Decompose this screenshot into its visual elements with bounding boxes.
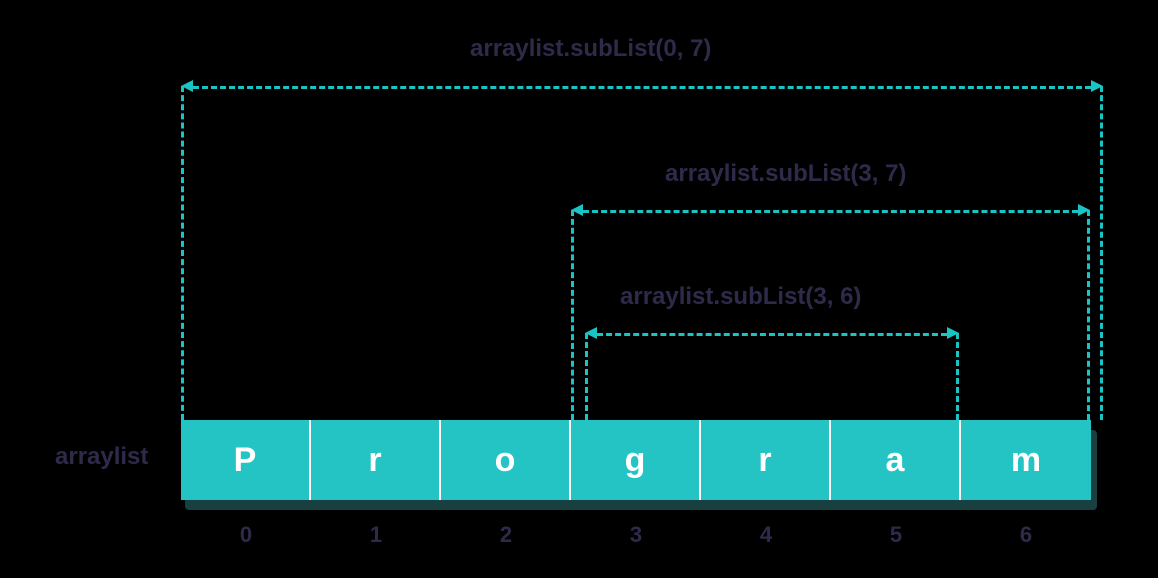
array-index: 6	[961, 522, 1091, 548]
array-box: P r o g r a m	[181, 420, 1091, 500]
array-cell: r	[701, 420, 831, 500]
array-cell: m	[961, 420, 1091, 500]
array-cell: a	[831, 420, 961, 500]
array-index: 2	[441, 522, 571, 548]
sublist-label-1: arraylist.subList(0, 7)	[470, 35, 711, 63]
vline	[1087, 210, 1090, 420]
range-arrow-3	[597, 333, 947, 336]
array-index: 3	[571, 522, 701, 548]
vline	[956, 333, 959, 420]
array-index: 5	[831, 522, 961, 548]
array-index: 4	[701, 522, 831, 548]
sublist-label-2: arraylist.subList(3, 7)	[665, 160, 906, 188]
array-cell: g	[571, 420, 701, 500]
vline	[1100, 86, 1103, 420]
range-arrow-1	[193, 86, 1091, 89]
array-index: 0	[181, 522, 311, 548]
vline	[571, 210, 574, 420]
sublist-label-3: arraylist.subList(3, 6)	[620, 283, 861, 311]
array-cell: P	[181, 420, 311, 500]
arraylist-label: arraylist	[55, 443, 148, 471]
index-row: 0 1 2 3 4 5 6	[181, 522, 1091, 548]
array-cell: r	[311, 420, 441, 500]
vline	[181, 86, 184, 420]
range-arrow-2	[583, 210, 1078, 213]
diagram-container: arraylist.subList(0, 7) arraylist.subLis…	[0, 0, 1158, 578]
array-index: 1	[311, 522, 441, 548]
array-cell: o	[441, 420, 571, 500]
vline	[585, 333, 588, 420]
